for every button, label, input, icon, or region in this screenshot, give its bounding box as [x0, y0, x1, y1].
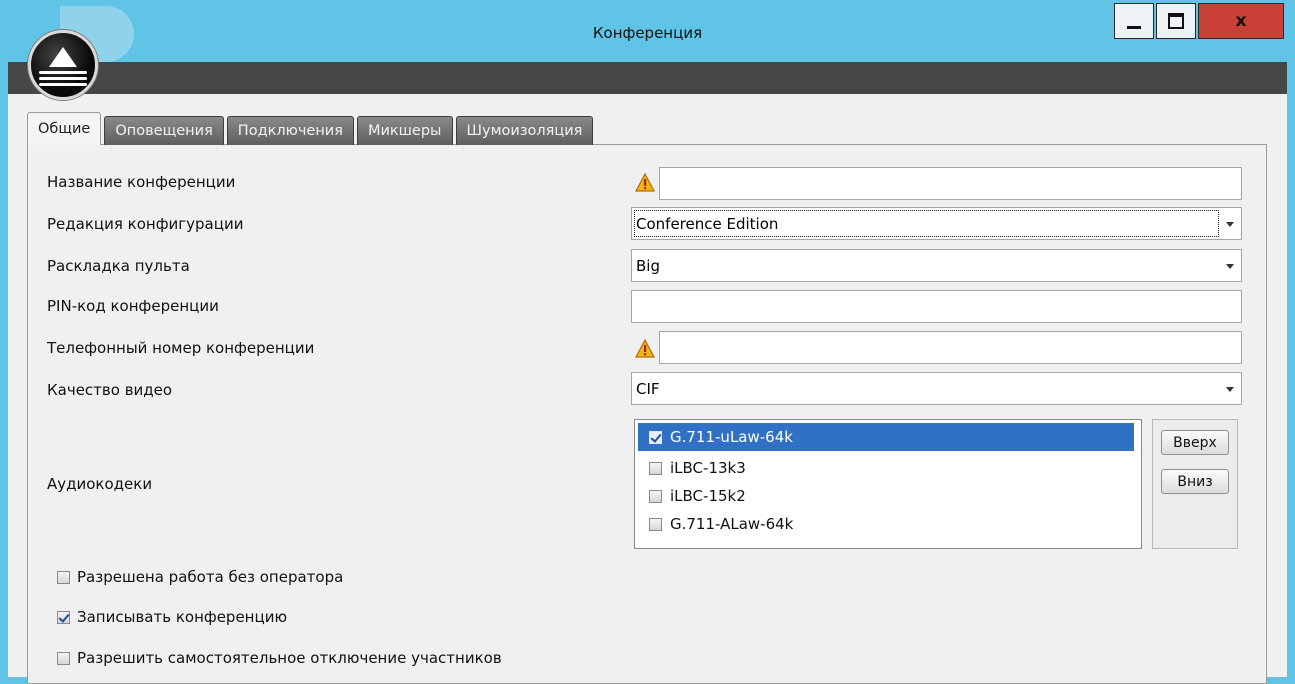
console-layout-select[interactable]: Big: [631, 249, 1242, 282]
config-edition-label: Редакция конфигурации: [47, 215, 244, 233]
tab-noise-suppression[interactable]: Шумоизоляция: [455, 116, 594, 145]
move-up-button[interactable]: Вверх: [1161, 430, 1229, 455]
logo-wave: [39, 71, 87, 74]
close-icon: x: [1235, 11, 1247, 31]
minimize-icon: [1127, 25, 1141, 29]
option-allow-self-disconnect[interactable]: Разрешить самостоятельное отключение уча…: [57, 649, 502, 667]
codec-order-buttons: Вверх Вниз: [1152, 419, 1238, 549]
toolbar-strip: [8, 62, 1287, 94]
logo-sail: [49, 47, 77, 67]
dropdown-arrow-icon[interactable]: [1226, 222, 1234, 227]
checkbox-icon[interactable]: [649, 461, 662, 475]
pin-label: PIN-код конференции: [47, 297, 219, 315]
phone-number-input[interactable]: [659, 331, 1242, 364]
conference-name-label: Название конференции: [47, 173, 236, 191]
maximize-icon: [1168, 13, 1184, 29]
maximize-button[interactable]: [1156, 3, 1196, 39]
codec-name: G.711-uLaw-64k: [670, 428, 793, 446]
option-allow-without-operator[interactable]: Разрешена работа без оператора: [57, 568, 343, 586]
tab-mixers[interactable]: Микшеры: [356, 116, 453, 145]
audio-codecs-label: Аудиокодеки: [47, 475, 153, 493]
warning-icon: [635, 173, 655, 192]
logo-wave: [39, 77, 87, 80]
pin-input[interactable]: [631, 290, 1242, 323]
checkbox-icon[interactable]: [649, 517, 662, 531]
checkbox-icon[interactable]: [57, 570, 70, 584]
checkbox-icon[interactable]: [649, 430, 662, 444]
option-label: Разрешена работа без оператора: [77, 568, 344, 586]
app-logo-icon: [28, 30, 98, 100]
dropdown-arrow-icon[interactable]: [1226, 387, 1234, 392]
console-layout-label: Раскладка пульта: [47, 257, 190, 275]
dropdown-arrow-icon[interactable]: [1226, 264, 1234, 269]
option-label: Записывать конференцию: [77, 608, 288, 626]
close-button[interactable]: x: [1198, 3, 1284, 39]
list-item[interactable]: G.711-uLaw-64k: [638, 423, 1134, 451]
tab-bar: Общие Оповещения Подключения Микшеры Шум…: [27, 112, 596, 145]
checkbox-icon[interactable]: [57, 610, 70, 624]
conference-name-input[interactable]: [659, 167, 1242, 200]
codec-name: iLBC-13k3: [670, 459, 746, 477]
checkbox-icon[interactable]: [57, 651, 70, 665]
video-quality-select[interactable]: CIF: [631, 372, 1242, 405]
window-title: Конференция: [592, 24, 703, 42]
phone-number-label: Телефонный номер конференции: [47, 339, 315, 357]
warning-icon: [635, 339, 655, 358]
option-label: Разрешить самостоятельное отключение уча…: [77, 649, 502, 667]
window-titlebar[interactable]: Конференция x: [0, 0, 1295, 62]
minimize-button[interactable]: [1114, 3, 1154, 39]
codec-name: G.711-ALaw-64k: [670, 515, 794, 533]
tab-general[interactable]: Общие: [27, 112, 102, 145]
config-edition-select[interactable]: Conference Edition: [631, 207, 1242, 240]
option-record-conference[interactable]: Записывать конференцию: [57, 608, 287, 626]
list-item[interactable]: iLBC-15k2: [638, 482, 1134, 510]
list-item[interactable]: G.711-ALaw-64k: [638, 510, 1134, 538]
list-item[interactable]: iLBC-13k3: [638, 454, 1134, 482]
tab-connections[interactable]: Подключения: [226, 116, 354, 145]
codec-name: iLBC-15k2: [670, 487, 746, 505]
tab-notifications[interactable]: Оповещения: [104, 116, 224, 145]
video-quality-label: Качество видео: [47, 381, 173, 399]
audio-codecs-list[interactable]: G.711-uLaw-64k iLBC-13k3 iLBC-15k2 G.711…: [634, 419, 1142, 549]
checkbox-icon[interactable]: [649, 489, 662, 503]
logo-wave: [39, 83, 87, 86]
move-down-button[interactable]: Вниз: [1161, 469, 1229, 494]
